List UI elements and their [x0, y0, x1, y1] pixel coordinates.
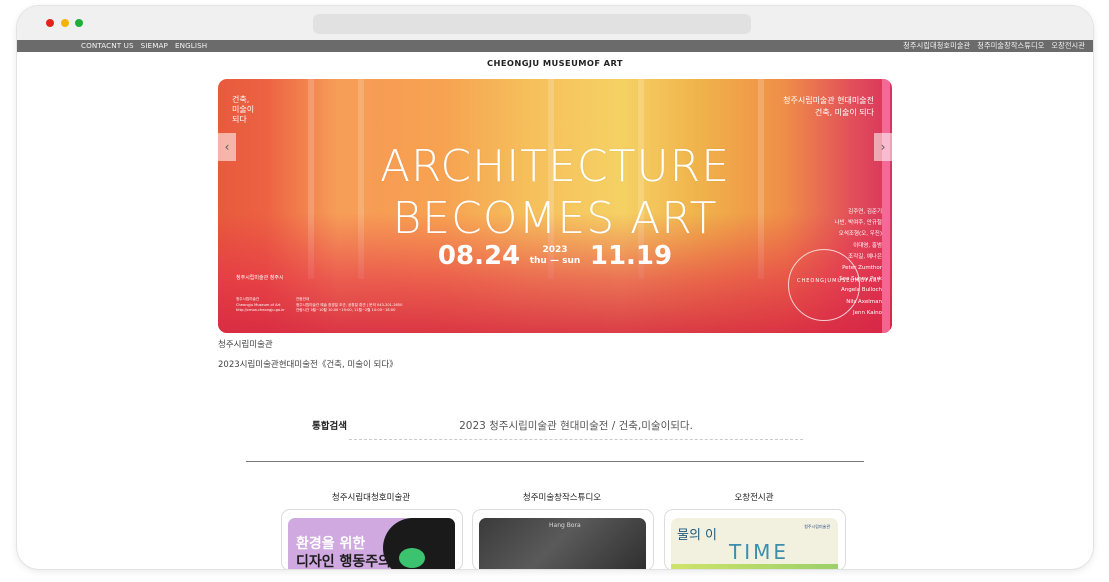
address-bar[interactable]: [313, 14, 751, 34]
thumb-text: TIME: [729, 540, 790, 564]
artist-name: 이대영, 홍범: [853, 242, 882, 249]
date-days: thu — sun: [529, 256, 581, 266]
contact-us-link[interactable]: CONTACNT US: [81, 40, 134, 52]
sitemap-link[interactable]: SIEMAP: [141, 40, 168, 52]
thumb-logo: 청주시립미술관: [804, 524, 830, 529]
museum-circle-stamp: CHEONGJUMUSEUMOFART: [788, 249, 880, 321]
minimize-window-icon[interactable]: [61, 19, 69, 27]
museum-logo: 청주시립미술관 청주시: [236, 275, 284, 281]
thumb-text: 환경을 위한: [296, 536, 366, 552]
card-title-ochang[interactable]: 오창전시관: [664, 491, 844, 503]
date-middle: 2023 thu — sun: [530, 245, 581, 267]
thumb-text: Hang Bora: [549, 522, 581, 529]
exhibition-title-line: 청주시립미술관 현대미술전: [783, 96, 874, 105]
thumb-shape: [399, 548, 425, 568]
slider-next-button[interactable]: ›: [874, 133, 892, 161]
slider-prev-button[interactable]: ‹: [218, 133, 236, 161]
exhibition-logo-line: 건축,: [232, 95, 250, 104]
date-year: 2023: [542, 245, 568, 255]
ochang-exhibition-link[interactable]: 오창전시관: [1051, 40, 1085, 52]
date-end: 11.19: [589, 241, 673, 271]
artist-name: 김주연, 김준기: [848, 209, 882, 215]
browser-window: CONTACNT US SIEMAP ENGLISH 청주시립대청호미술관 청주…: [17, 6, 1093, 569]
section-divider: [246, 461, 864, 462]
card-daecheongho[interactable]: 환경을 위한 디자인 행동주의: [281, 509, 463, 569]
headline-line: ARCHITECTURE: [379, 141, 731, 192]
exhibition-dates: 08.24 2023 thu — sun 11.19: [218, 241, 892, 271]
banner-caption-exhibition[interactable]: 2023시립미술관현대미술전《건축, 미술이 되다》: [218, 358, 398, 370]
visit-info: 관람안내 청주시립미술관 예술 창경일 조관, 공휴일 휴관 | 문의 043-…: [296, 297, 402, 314]
art-studio-link[interactable]: 청주미술창작스튜디오: [977, 40, 1044, 52]
utility-bar: CONTACNT US SIEMAP ENGLISH 청주시립대청호미술관 청주…: [17, 40, 1093, 52]
thumb-shape: [671, 564, 838, 569]
close-window-icon[interactable]: [46, 19, 54, 27]
card-thumbnail: Hang Bora: [479, 518, 646, 569]
card-studio[interactable]: Hang Bora: [472, 509, 654, 569]
chevron-left-icon: ‹: [224, 140, 230, 154]
chevron-right-icon: ›: [880, 140, 886, 154]
stamp-text: CHEONGJUMUSEUMOFART: [797, 278, 882, 284]
maximize-window-icon[interactable]: [75, 19, 83, 27]
english-link[interactable]: ENGLISH: [175, 40, 207, 52]
daecheongho-museum-link[interactable]: 청주시립대청호미술관: [903, 40, 970, 52]
headline-line: BECOMES ART: [392, 193, 718, 244]
search-label: 통합검색: [312, 421, 347, 432]
museum-info: 청주시립미술관 Cheongju Museum of Art http://cm…: [236, 297, 285, 314]
exhibition-title-ko: 청주시립미술관 현대미술전 건축, 미술이 되다: [783, 95, 874, 119]
info-line: 관람시간 3월~10월 10:00~19:00, 11월~2월 10:00~18…: [296, 308, 396, 312]
banner-headline: ARCHITECTURE BECOMES ART: [218, 141, 892, 245]
search-input[interactable]: [349, 411, 803, 440]
artist-name: 오석조형(오, 우진): [838, 231, 882, 238]
banner-caption-museum: 청주시립미술관: [218, 340, 273, 350]
exhibition-title-line: 건축, 미술이 되다: [814, 108, 874, 117]
artist-name: 나빈, 박여주, 안규철: [834, 220, 882, 227]
hero-banner[interactable]: 건축, 미술이 되다 청주시립미술관 현대미술전 건축, 미술이 되다 ARCH…: [218, 79, 892, 333]
info-line: http://cmoa.cheongju.go.kr: [236, 308, 285, 312]
card-thumbnail: 환경을 위한 디자인 행동주의: [288, 518, 455, 569]
thumb-text: 물의 이: [677, 528, 718, 543]
card-title-daecheongho[interactable]: 청주시립대청호미술관: [281, 491, 461, 503]
exhibition-logo: 건축, 미술이 되다: [232, 95, 254, 125]
card-ochang[interactable]: 청주시립미술관 물의 이 TIME: [664, 509, 846, 569]
thumb-text: 디자인 행동주의: [296, 554, 392, 569]
date-start: 08.24: [437, 241, 521, 271]
browser-chrome: [17, 6, 1093, 40]
card-thumbnail: 청주시립미술관 물의 이 TIME: [671, 518, 838, 569]
exhibition-logo-line: 되다: [232, 115, 247, 124]
site-title[interactable]: CHEONGJU MUSEUMOF ART: [17, 58, 1093, 68]
card-title-studio[interactable]: 청주미술창작스튜디오: [472, 491, 652, 503]
exhibition-logo-line: 미술이: [232, 105, 255, 114]
